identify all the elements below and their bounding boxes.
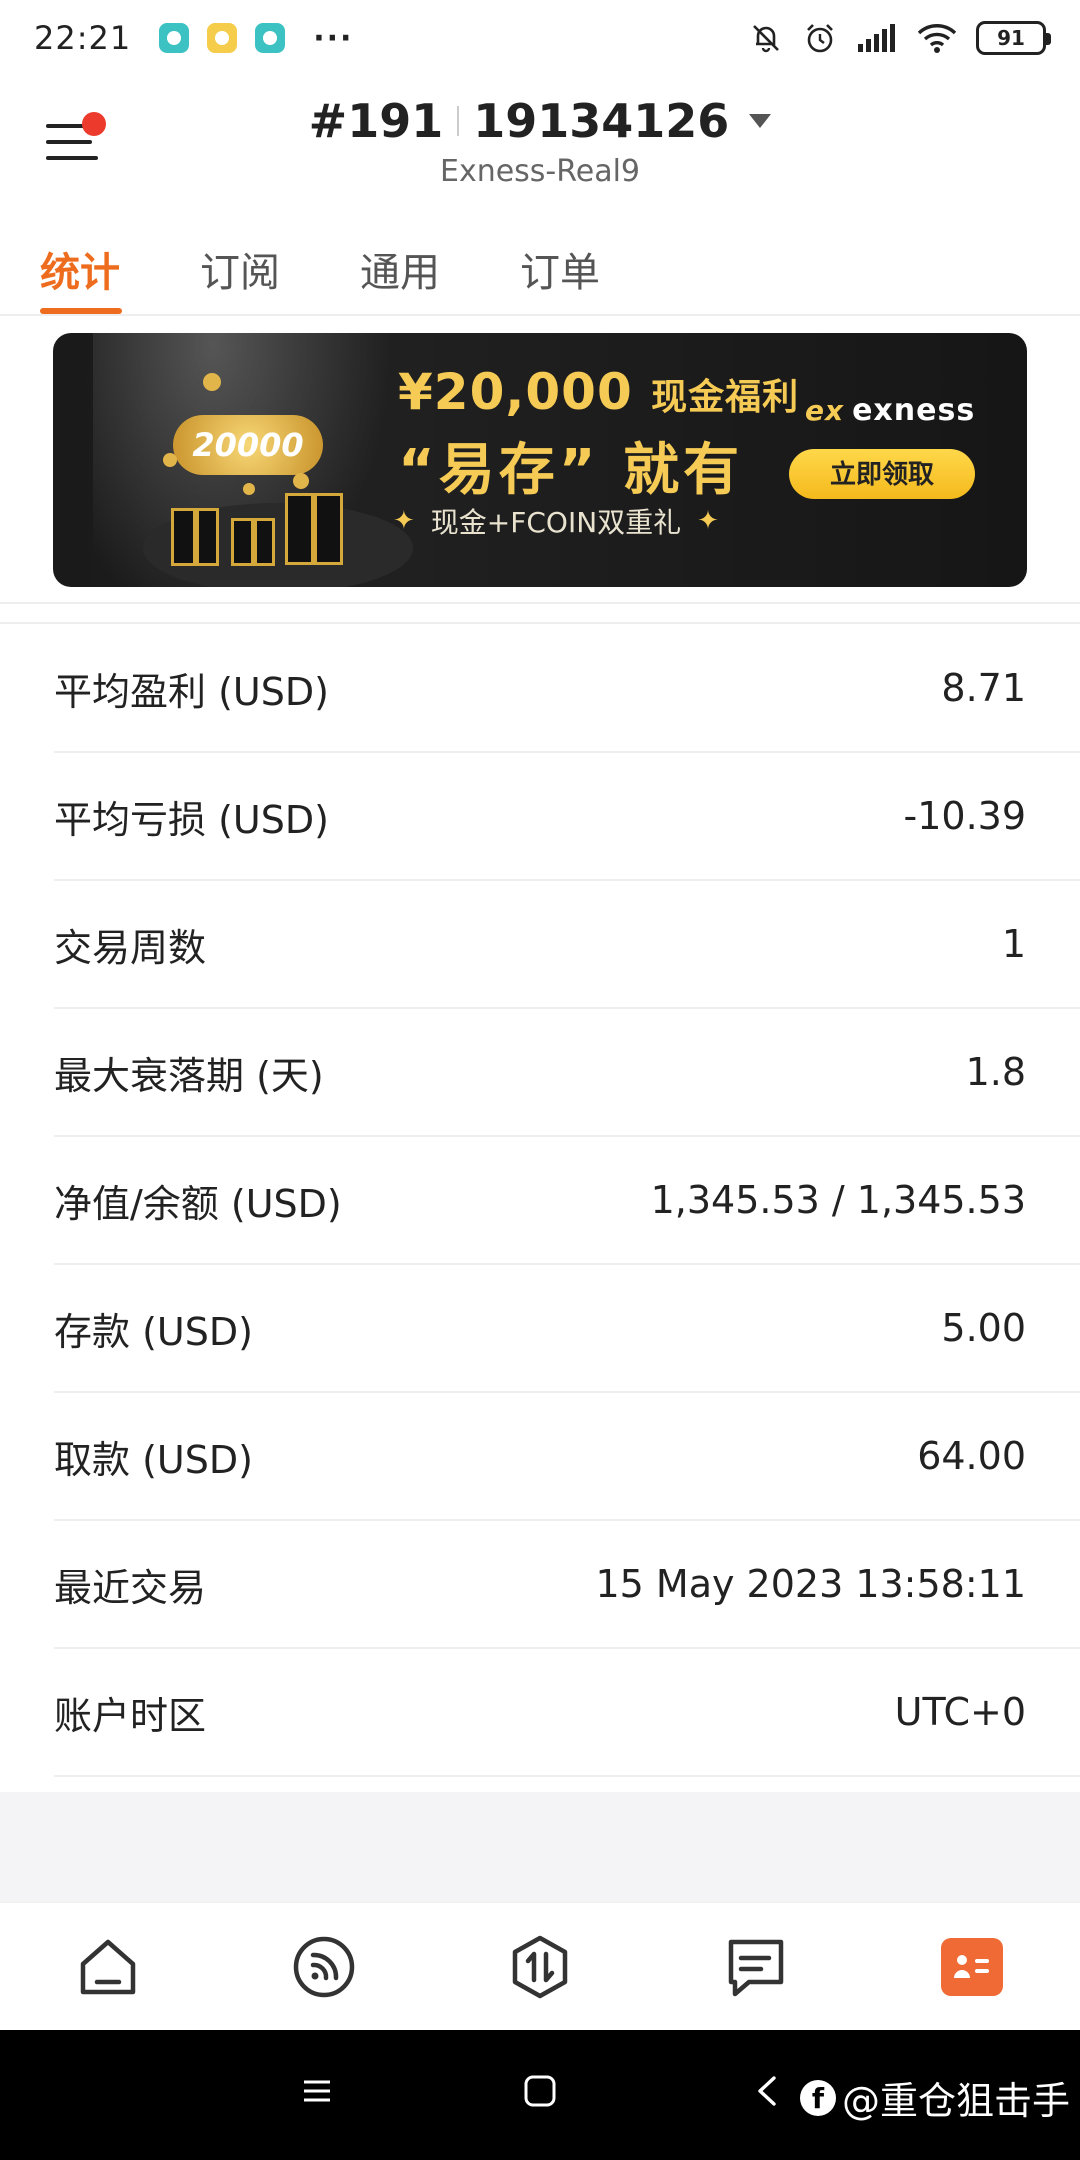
stat-label: 净值/余额 (USD) [54, 1181, 342, 1226]
chevron-down-icon[interactable] [749, 114, 772, 128]
chat-icon [728, 1939, 784, 1996]
account-number: 19134126 [473, 94, 730, 148]
stat-label: 取款 (USD) [54, 1437, 253, 1482]
tab-orders[interactable]: 订单 [520, 206, 680, 314]
tab-general[interactable]: 通用 [360, 206, 520, 314]
signal-icon [858, 24, 895, 52]
profile-card-icon [941, 1937, 1003, 1996]
coin-decoration [243, 483, 255, 495]
stat-row-average-loss: 平均亏损 (USD) -10.39 [54, 753, 1080, 881]
home-button-icon[interactable] [523, 2074, 557, 2108]
coin-decoration [293, 473, 309, 489]
tab-statistics[interactable]: 统计 [40, 206, 200, 314]
stat-label: 账户时区 [54, 1693, 207, 1738]
stat-value: 1,345.53 / 1,345.53 [650, 1178, 1026, 1222]
promo-banner[interactable]: 20000 ¥20,000 现金福利 “易存” 就有 ✦ 现金+FCOIN双重礼… [53, 333, 1027, 587]
status-right: 91 [748, 20, 1051, 56]
brand-logo: ex exness [805, 393, 975, 428]
status-left: 22:21 ··· [34, 19, 353, 57]
status-time: 22:21 [34, 19, 132, 57]
watermark-text: @重仓狙击手 [842, 2079, 1071, 2123]
nav-account[interactable] [932, 1927, 1012, 2007]
stat-row-account-timezone: 账户时区 UTC+0 [54, 1649, 1080, 1777]
stat-row-deposits: 存款 (USD) 5.00 [54, 1265, 1080, 1393]
gift-box-icon [285, 493, 343, 565]
stat-row-latest-trade: 最近交易 15 May 2023 13:58:11 [54, 1521, 1080, 1649]
system-navigation-bar: f @重仓狙击手 [0, 2030, 1080, 2160]
account-separator [457, 106, 460, 136]
stat-label: 交易周数 [54, 925, 207, 970]
status-bar: 22:21 ··· 91 [0, 0, 1080, 76]
banner-gift-text: 现金+FCOIN双重礼 [430, 506, 682, 539]
tabs-divider [0, 314, 1080, 316]
banner-title: ¥20,000 现金福利 [398, 363, 799, 421]
stat-value: 8.71 [941, 666, 1026, 710]
stat-value: 5.00 [941, 1306, 1026, 1350]
app-notification-icon [159, 23, 190, 53]
server-name: Exness-Real9 [439, 154, 641, 189]
sparkle-icon: ✦ [393, 506, 415, 536]
tab-subscriptions[interactable]: 订阅 [200, 206, 360, 314]
coin-decoration [163, 453, 177, 467]
stats-list: 平均盈利 (USD) 8.71 平均亏损 (USD) -10.39 交易周数 1… [0, 625, 1080, 1777]
back-icon[interactable] [752, 2074, 782, 2108]
section-separator [0, 602, 1080, 624]
banner-gift-line: ✦ 现金+FCOIN双重礼 ✦ [393, 501, 719, 541]
watermark: f @重仓狙击手 [800, 2070, 1070, 2125]
nav-trade[interactable] [500, 1927, 580, 2007]
recent-apps-icon[interactable] [300, 2074, 334, 2108]
banner-headline: “易存” 就有 [398, 438, 744, 503]
account-line: #191 19134126 [309, 94, 772, 148]
app-header: #191 19134126 Exness-Real9 [0, 76, 1080, 206]
stat-row-average-profit: 平均盈利 (USD) 8.71 [54, 625, 1080, 753]
stat-label: 最大衰落期 (天) [54, 1053, 324, 1098]
gift-box-icon [231, 518, 275, 566]
battery-icon: 91 [976, 21, 1051, 55]
stat-value: -10.39 [903, 794, 1027, 838]
stat-value: 1.8 [965, 1050, 1026, 1094]
brand-name: exness [852, 393, 976, 428]
social-logo-icon: f [800, 2079, 836, 2116]
home-icon [80, 1939, 136, 1994]
stat-label: 存款 (USD) [54, 1309, 253, 1354]
account-prefix: #191 [308, 94, 444, 148]
wifi-icon [917, 24, 957, 53]
stat-row-equity-balance: 净值/余额 (USD) 1,345.53 / 1,345.53 [54, 1137, 1080, 1265]
tab-bar: 统计 订阅 通用 订单 [0, 206, 1080, 314]
mute-icon [753, 25, 779, 53]
stat-label: 平均盈利 (USD) [54, 669, 329, 714]
sparkle-icon: ✦ [697, 506, 719, 536]
app-notification-icon [255, 23, 286, 53]
stat-label: 平均亏损 (USD) [54, 797, 329, 842]
coin-badge: 20000 [173, 415, 323, 475]
profile-card-glyph [954, 1954, 989, 1978]
stat-value: 64.00 [917, 1434, 1026, 1478]
content-footer-area [0, 1792, 1080, 1902]
more-notifications-icon: ··· [313, 20, 354, 56]
alarm-icon [807, 24, 833, 53]
nav-messages[interactable] [716, 1927, 796, 2007]
gift-box-icon [171, 508, 219, 566]
stat-value: UTC+0 [894, 1690, 1026, 1734]
brand-mark: ex [805, 394, 845, 427]
claim-button[interactable]: 立即领取 [789, 449, 975, 499]
account-selector[interactable]: #191 19134126 Exness-Real9 [0, 94, 1080, 189]
coin-decoration [203, 373, 221, 391]
banner-amount-suffix: 现金福利 [651, 377, 800, 418]
broadcast-icon [293, 1936, 355, 1997]
stat-row-max-drawdown-period: 最大衰落期 (天) 1.8 [54, 1009, 1080, 1137]
bottom-navigation [0, 1902, 1080, 2030]
message-notification-icon [207, 23, 238, 53]
stat-label: 最近交易 [54, 1565, 207, 1610]
trade-icon [512, 1935, 568, 1998]
stat-value: 15 May 2023 13:58:11 [595, 1562, 1026, 1606]
banner-amount: ¥20,000 [398, 363, 633, 421]
stat-value: 1 [1001, 922, 1026, 966]
stat-row-withdrawals: 取款 (USD) 64.00 [54, 1393, 1080, 1521]
nav-feed[interactable] [284, 1927, 364, 2007]
nav-home[interactable] [68, 1927, 148, 2007]
stat-row-trading-weeks: 交易周数 1 [54, 881, 1080, 1009]
